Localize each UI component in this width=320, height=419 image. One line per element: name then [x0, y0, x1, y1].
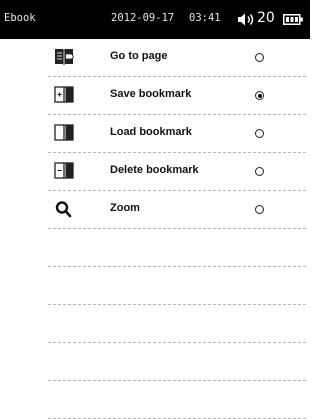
menu-item-load-bookmark[interactable]: Load bookmark — [48, 115, 306, 153]
book-goto-icon — [55, 49, 74, 65]
status-time: 03:41 — [189, 12, 221, 24]
menu-item-label: Zoom — [110, 202, 140, 214]
radio-button[interactable] — [255, 129, 264, 138]
menu-item-go-to-page[interactable]: Go to page — [48, 39, 306, 77]
speaker-icon — [238, 13, 254, 26]
empty-row — [48, 343, 306, 381]
empty-row — [48, 229, 306, 267]
menu-item-zoom[interactable]: Zoom — [48, 191, 306, 229]
radio-button[interactable] — [255, 53, 264, 62]
app-title: Ebook — [4, 12, 36, 24]
empty-row — [48, 267, 306, 305]
menu-item-label: Save bookmark — [110, 88, 192, 100]
bookmark-load-icon — [54, 124, 74, 141]
menu-item-label: Load bookmark — [110, 126, 192, 138]
status-bar: Ebook 2012-09-17 03:41 20 — [0, 0, 310, 39]
menu-item-label: Go to page — [110, 50, 168, 62]
empty-row — [48, 381, 306, 419]
status-date: 2012-09-17 — [111, 12, 175, 24]
battery-icon — [283, 14, 303, 25]
bookmark-delete-icon — [54, 162, 74, 179]
menu-item-delete-bookmark[interactable]: Delete bookmark — [48, 153, 306, 191]
radio-button[interactable] — [255, 205, 264, 214]
radio-button-selected[interactable] — [255, 91, 264, 100]
zoom-icon — [55, 201, 72, 218]
empty-row — [48, 305, 306, 343]
volume-level: 20 — [257, 10, 275, 26]
radio-button[interactable] — [255, 167, 264, 176]
bookmark-save-icon — [54, 86, 74, 103]
menu-item-label: Delete bookmark — [110, 164, 199, 176]
menu-item-save-bookmark[interactable]: Save bookmark — [48, 77, 306, 115]
